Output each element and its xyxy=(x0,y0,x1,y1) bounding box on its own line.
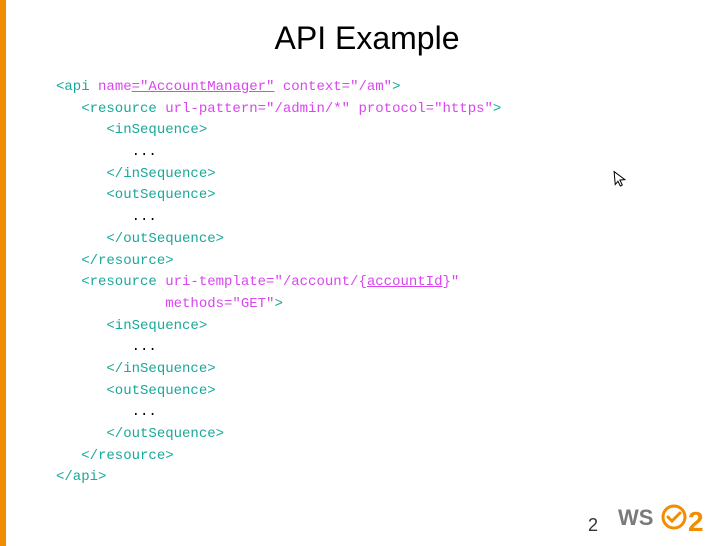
code-value: ="AccountManager" xyxy=(132,79,275,95)
code-value: ="/account/{ xyxy=(266,274,367,290)
cursor-icon xyxy=(613,169,629,193)
code-line: <outSequence> xyxy=(56,187,216,203)
code-attr: methods xyxy=(165,296,224,312)
logo-text-ws: WS xyxy=(618,505,653,530)
code-pad xyxy=(56,296,165,312)
code-line: <resource xyxy=(56,274,165,290)
code-line: </api> xyxy=(56,469,106,485)
logo-text-2: 2 xyxy=(688,506,704,533)
page-number: 2 xyxy=(588,515,598,536)
code-line: <api xyxy=(56,79,98,95)
code-value: }" xyxy=(443,274,460,290)
code-line: ... xyxy=(56,144,157,160)
code-attr: name xyxy=(98,79,132,95)
code-line: > xyxy=(493,101,501,117)
slide-title: API Example xyxy=(6,20,728,57)
code-block: <api name="AccountManager" context="/am"… xyxy=(6,77,728,489)
wso2-logo: WS 2 xyxy=(618,503,710,538)
code-line: > xyxy=(392,79,400,95)
code-line: </resource> xyxy=(56,253,174,269)
slide: API Example <api name="AccountManager" c… xyxy=(0,0,728,546)
code-line: </outSequence> xyxy=(56,231,224,247)
code-line: </resource> xyxy=(56,448,174,464)
code-line: > xyxy=(274,296,282,312)
code-value: accountId xyxy=(367,274,443,290)
code-value: ="https" xyxy=(426,101,493,117)
code-attr: url-pattern xyxy=(165,101,257,117)
code-attr: protocol xyxy=(350,101,426,117)
code-line: </inSequence> xyxy=(56,166,216,182)
code-value: ="GET" xyxy=(224,296,274,312)
code-attr: context xyxy=(274,79,341,95)
code-line: <inSequence> xyxy=(56,318,207,334)
code-line: </inSequence> xyxy=(56,361,216,377)
code-value: ="/am" xyxy=(342,79,392,95)
code-line: <inSequence> xyxy=(56,122,207,138)
code-line: </outSequence> xyxy=(56,426,224,442)
code-line: <outSequence> xyxy=(56,383,216,399)
code-attr: uri-template xyxy=(165,274,266,290)
code-line: ... xyxy=(56,339,157,355)
code-value: ="/admin/*" xyxy=(258,101,350,117)
code-line: <resource xyxy=(56,101,165,117)
logo-check-icon xyxy=(668,513,680,521)
code-line: ... xyxy=(56,209,157,225)
code-line: ... xyxy=(56,404,157,420)
